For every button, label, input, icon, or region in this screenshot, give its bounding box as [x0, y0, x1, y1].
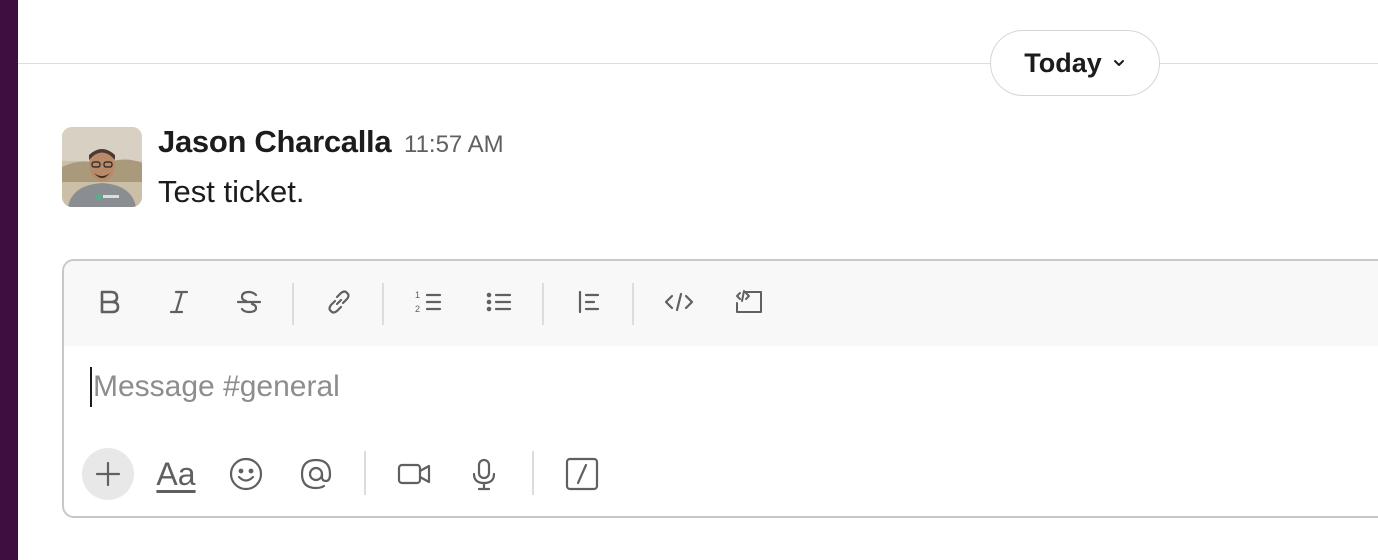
workspace-sidebar-edge [0, 0, 18, 560]
bold-button[interactable] [86, 279, 132, 325]
toolbar-divider [542, 283, 544, 325]
ordered-list-icon: 12 [415, 290, 442, 314]
bulleted-list-button[interactable] [476, 279, 522, 325]
formatting-toggle-label: Aa [156, 455, 196, 492]
video-icon [397, 463, 431, 485]
microphone-icon [472, 458, 496, 491]
slash-command-button[interactable] [556, 448, 608, 500]
code-button[interactable] [656, 279, 702, 325]
ordered-list-button[interactable]: 12 [406, 279, 452, 325]
svg-text:1: 1 [415, 290, 420, 300]
code-block-icon [736, 290, 762, 313]
formatting-toggle-button[interactable]: Aa [150, 448, 202, 500]
blockquote-icon [578, 290, 600, 314]
date-divider-line [18, 63, 1378, 64]
message-timestamp[interactable]: 11:57 AM [404, 131, 504, 159]
code-block-button[interactable] [726, 279, 772, 325]
message-text: Test ticket. [158, 174, 305, 209]
date-divider-button[interactable]: Today [990, 30, 1160, 96]
mention-button[interactable] [290, 448, 342, 500]
italic-icon [169, 290, 189, 314]
formatting-toolbar: 12 [64, 261, 1378, 346]
mention-icon [300, 458, 332, 490]
strikethrough-icon [236, 290, 262, 314]
strikethrough-button[interactable] [226, 279, 272, 325]
message-input-placeholder: Message #general [93, 370, 340, 403]
plus-icon [95, 461, 121, 487]
attach-button[interactable] [82, 448, 134, 500]
message-input[interactable]: Message #general [90, 365, 1290, 409]
link-button[interactable] [316, 279, 362, 325]
svg-text:2: 2 [415, 304, 420, 314]
emoji-icon [229, 457, 263, 491]
date-divider-label: Today [1024, 47, 1102, 78]
toolbar-divider [632, 283, 634, 325]
toolbar-divider [382, 283, 384, 325]
link-icon [328, 290, 350, 314]
toolbar-divider [532, 451, 534, 495]
message-composer: 12 Message #general Aa [62, 259, 1378, 518]
text-caret [90, 367, 92, 407]
toolbar-divider [292, 283, 294, 325]
emoji-button[interactable] [220, 448, 272, 500]
message-author[interactable]: Jason Charcalla [158, 124, 392, 160]
avatar[interactable] [62, 127, 142, 207]
toolbar-divider [364, 451, 366, 495]
chevron-down-icon [1113, 60, 1124, 66]
blockquote-button[interactable] [566, 279, 612, 325]
audio-clip-button[interactable] [458, 448, 510, 500]
video-clip-button[interactable] [388, 448, 440, 500]
code-icon [664, 292, 694, 312]
bulleted-list-icon [486, 292, 512, 312]
bold-icon [100, 290, 120, 314]
italic-button[interactable] [156, 279, 202, 325]
slash-command-icon [565, 457, 599, 491]
